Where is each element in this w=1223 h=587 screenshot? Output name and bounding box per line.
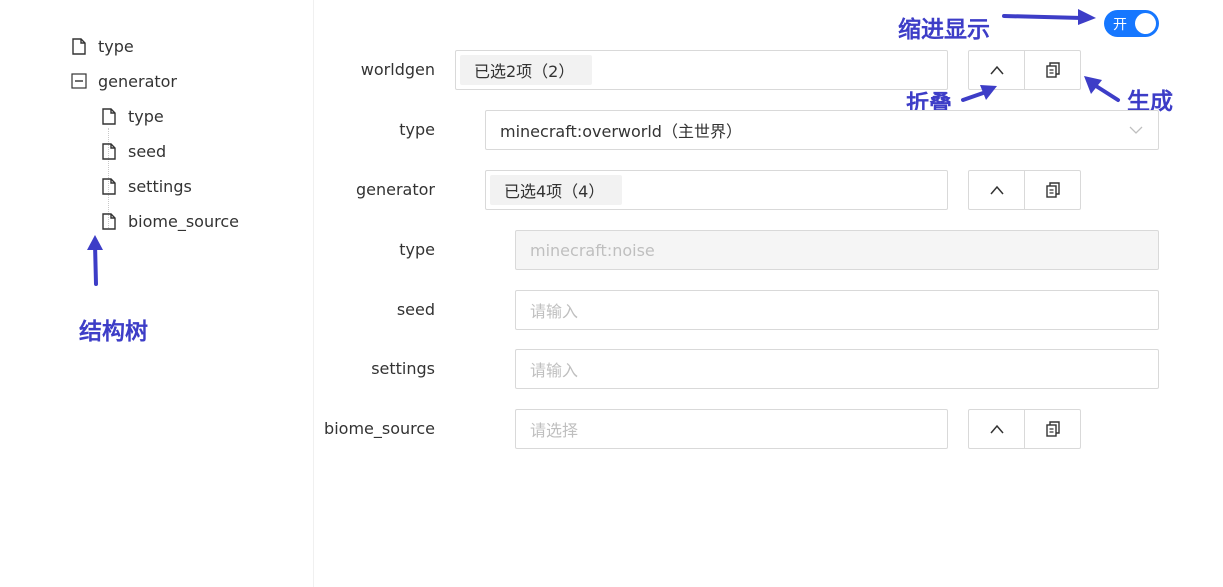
tree-item-label: type (98, 36, 134, 56)
biome-source-actions (968, 409, 1081, 449)
copy-icon (1045, 62, 1060, 78)
fold-button[interactable] (969, 410, 1024, 448)
generate-button[interactable] (1024, 410, 1080, 448)
chevron-down-icon (1129, 126, 1143, 134)
input-value: minecraft:noise (530, 240, 655, 260)
tree-item-label: settings (128, 176, 192, 196)
structure-tree: type generator type seed settings biome_… (0, 0, 314, 587)
file-icon (100, 107, 118, 125)
tree-annotation-arrow (87, 235, 103, 286)
generate-button[interactable] (1024, 51, 1080, 89)
tree-item-generator[interactable]: generator (70, 69, 177, 93)
selected-count-tag: 已选4项（4） (490, 175, 623, 205)
select-placeholder: 请选择 (530, 421, 579, 440)
biome-source-select[interactable]: 请选择 (515, 409, 948, 449)
tree-item-type[interactable]: type (70, 34, 134, 58)
generate-annotation-arrow (1084, 76, 1120, 102)
type-select[interactable]: minecraft:overworld（主世界） (485, 110, 1159, 150)
switch-knob (1135, 13, 1156, 34)
switch-label: 开 (1113, 17, 1127, 33)
field-label-settings: settings (371, 359, 435, 378)
tree-item-generator-type[interactable]: type (100, 104, 164, 128)
generator-type-input: minecraft:noise (515, 230, 1159, 270)
field-label-type: type (399, 240, 435, 259)
generate-button[interactable] (1024, 171, 1080, 209)
file-icon (100, 212, 118, 230)
collapse-square-icon[interactable] (70, 72, 88, 90)
fold-button[interactable] (969, 171, 1024, 209)
input-placeholder: 请输入 (530, 361, 579, 380)
settings-input[interactable]: 请输入 (515, 349, 1159, 389)
chevron-up-icon (989, 65, 1004, 75)
file-icon (100, 142, 118, 160)
tree-item-label: seed (128, 141, 167, 161)
field-label-generator: generator (355, 180, 435, 199)
chevron-up-icon (989, 424, 1004, 434)
selected-count-tag: 已选2项（2） (460, 55, 593, 85)
copy-icon (1045, 421, 1060, 437)
generator-multi-select[interactable]: 已选4项（4） (485, 170, 948, 210)
tree-item-label: biome_source (128, 211, 239, 231)
field-label-biome-source: biome_source (324, 419, 435, 438)
input-placeholder: 请输入 (530, 302, 579, 321)
indent-annotation: 缩进显示 (898, 17, 990, 43)
worldgen-multi-select[interactable]: 已选2项（2） (455, 50, 948, 90)
chevron-up-icon (989, 185, 1004, 195)
tree-item-label: generator (98, 71, 178, 91)
tree-annotation: 结构树 (79, 319, 148, 345)
tree-item-label: type (128, 106, 164, 126)
field-label-seed: seed (396, 300, 435, 319)
indent-toggle-switch[interactable]: 开 (1104, 10, 1159, 37)
field-label-worldgen: worldgen (360, 60, 435, 79)
tree-item-biome-source[interactable]: biome_source (100, 209, 239, 233)
file-icon (100, 177, 118, 195)
copy-icon (1045, 182, 1060, 198)
fold-annotation-arrow (961, 85, 997, 102)
tree-item-seed[interactable]: seed (100, 139, 166, 163)
field-label-type: type (399, 120, 435, 139)
generator-actions (968, 170, 1081, 210)
tree-item-settings[interactable]: settings (100, 174, 192, 198)
seed-input[interactable]: 请输入 (515, 290, 1159, 330)
indent-annotation-arrow (1002, 9, 1096, 25)
select-value: minecraft:overworld（主世界） (500, 122, 742, 141)
file-icon (70, 37, 88, 55)
